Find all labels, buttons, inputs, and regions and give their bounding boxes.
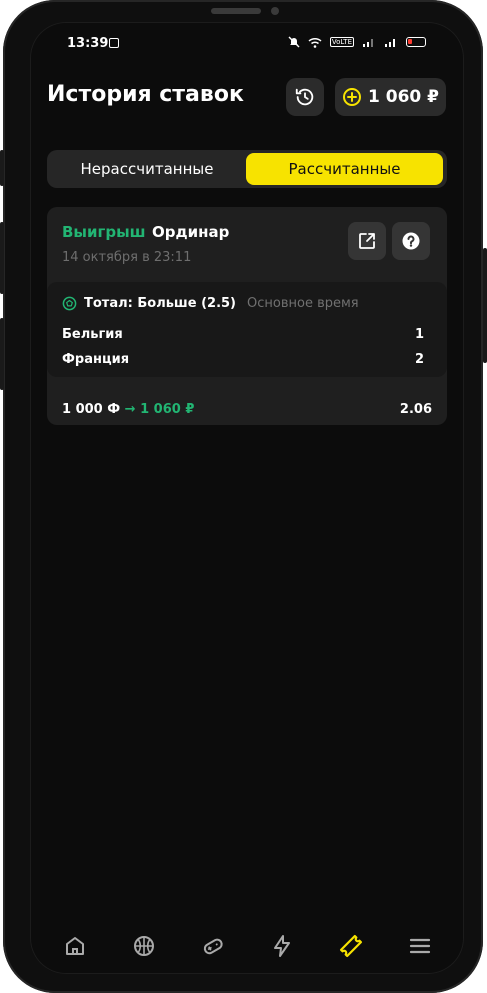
bet-odds: 2.06: [399, 402, 432, 417]
nav-live[interactable]: [262, 926, 302, 966]
bottom-navigation: [30, 918, 464, 974]
balance-button[interactable]: 1 060 ₽: [335, 78, 446, 116]
gamepad-icon: [203, 938, 223, 955]
bet-amounts: 1 000 Ф → 1 060 ₽: [62, 402, 194, 417]
status-bar: 13:39 VoLTE: [30, 22, 464, 66]
battery-icon: [406, 37, 426, 47]
team-row: Бельгия 1: [62, 327, 424, 342]
ticket-icon: [339, 934, 362, 958]
menu-icon: [409, 938, 430, 954]
bet-result: Выигрыш: [62, 223, 146, 241]
page-title: История ставок: [47, 82, 244, 107]
share-icon: [359, 233, 375, 249]
nav-games[interactable]: [193, 926, 233, 966]
bet-stake: 1 000 Ф: [62, 402, 121, 417]
bet-event: Тотал: Больше (2.5) Основное время Бельг…: [47, 282, 447, 377]
basketball-icon: [133, 936, 154, 956]
history-button[interactable]: [286, 78, 324, 116]
bet-date: 14 октября в 23:11: [62, 250, 192, 265]
bet-market-row: Тотал: Больше (2.5) Основное время: [62, 296, 359, 311]
bet-period: Основное время: [247, 296, 359, 311]
bet-card[interactable]: Выигрыш Ординар 14 октября в 23:11 Тотал…: [47, 207, 447, 425]
nav-home[interactable]: [55, 926, 95, 966]
side-button-left: [0, 150, 4, 186]
football-icon: [62, 296, 77, 311]
bet-card-header: Выигрыш Ординар 14 октября в 23:11: [47, 207, 447, 282]
share-button[interactable]: [348, 222, 386, 260]
tab-settled[interactable]: Рассчитанные: [246, 153, 443, 185]
bet-type: Ординар: [152, 223, 230, 241]
wifi-icon: [308, 37, 322, 48]
help-icon: [402, 232, 420, 250]
team-name: Бельгия: [62, 327, 123, 342]
bet-market: Тотал: Больше (2.5): [84, 296, 236, 311]
speaker-grille: [211, 8, 261, 14]
power-button: [483, 248, 487, 363]
signal-icon-2: [385, 39, 395, 47]
team-score: 1: [414, 327, 424, 342]
tab-unsettled[interactable]: Нерассчитанные: [50, 153, 244, 185]
team-name: Франция: [62, 352, 130, 367]
help-button[interactable]: [392, 222, 430, 260]
bet-status-tabs: Нерассчитанные Рассчитанные: [47, 150, 447, 188]
history-icon: [295, 88, 314, 106]
status-time: 13:39: [67, 36, 109, 51]
team-score: 2: [414, 352, 424, 367]
volte-badge: VoLTE: [329, 37, 354, 47]
signal-icon: [363, 39, 373, 47]
volume-button-down: [0, 318, 4, 390]
nav-menu[interactable]: [400, 926, 440, 966]
bet-footer: 1 000 Ф → 1 060 ₽ 2.06: [62, 402, 432, 417]
team-row: Франция 2: [62, 352, 424, 367]
mute-icon: [288, 36, 300, 48]
volume-button-up: [0, 222, 4, 294]
front-camera: [271, 7, 279, 15]
balance-amount: 1 060 ₽: [368, 87, 439, 107]
status-icons: VoLTE: [288, 36, 426, 48]
notification-icon: [109, 38, 119, 48]
arrow-icon: →: [124, 402, 136, 417]
bet-payout: 1 060 ₽: [140, 402, 195, 417]
add-funds-icon: [343, 88, 361, 106]
phone-frame: 13:39 VoLTE История ставок 1 060 ₽ Нерас…: [3, 0, 483, 993]
app-screen: 13:39 VoLTE История ставок 1 060 ₽ Нерас…: [30, 22, 464, 974]
nav-bets[interactable]: [331, 926, 371, 966]
nav-sports[interactable]: [124, 926, 164, 966]
home-icon: [65, 937, 84, 955]
lightning-icon: [273, 935, 290, 957]
